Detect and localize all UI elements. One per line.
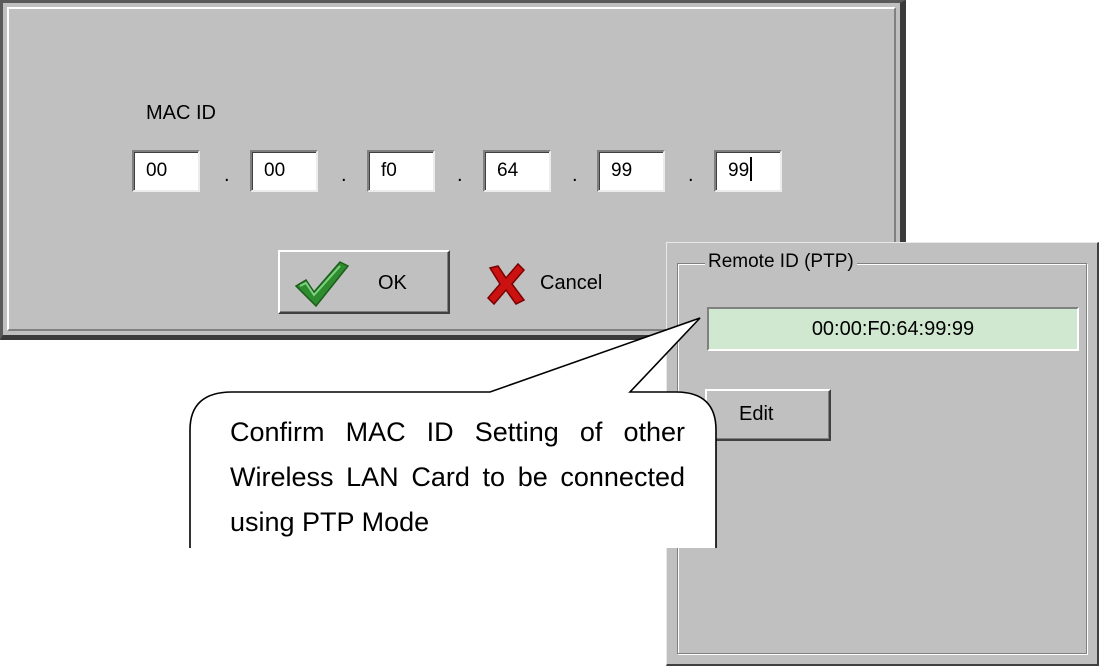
cancel-button-label: Cancel (540, 272, 603, 294)
mac-octet-6-input[interactable]: 99 (714, 150, 782, 192)
cancel-button[interactable]: Cancel (478, 250, 638, 314)
edit-button-label: Edit (739, 403, 774, 425)
ok-button-label: OK (378, 272, 407, 294)
octet-separator: . (457, 164, 463, 186)
text-caret (750, 157, 753, 181)
mac-octet-4-input[interactable]: 64 (483, 150, 551, 192)
mac-id-label: MAC ID (146, 102, 216, 124)
red-x-icon (484, 262, 528, 312)
octet-separator: . (572, 164, 578, 186)
remote-id-group-title: Remote ID (PTP) (705, 251, 857, 273)
green-checkmark-icon (292, 258, 352, 316)
callout-text: Confirm MAC ID Setting of other Wireless… (230, 417, 685, 537)
ok-button[interactable]: OK (278, 250, 450, 314)
octet-separator: . (688, 164, 694, 186)
remote-mac-display: 00:00:F0:64:99:99 (707, 307, 1079, 351)
mac-octet-5-input[interactable]: 99 (597, 150, 665, 192)
mac-octet-1-input[interactable]: 00 (132, 150, 200, 192)
edit-button[interactable]: Edit (705, 389, 831, 441)
mac-octet-3-input[interactable]: f0 (367, 150, 435, 192)
octet-separator: . (341, 164, 347, 186)
octet-separator: . (224, 164, 230, 186)
mac-octet-2-input[interactable]: 00 (250, 150, 318, 192)
remote-id-panel: Remote ID (PTP) 00:00:F0:64:99:99 Edit (666, 242, 1099, 666)
